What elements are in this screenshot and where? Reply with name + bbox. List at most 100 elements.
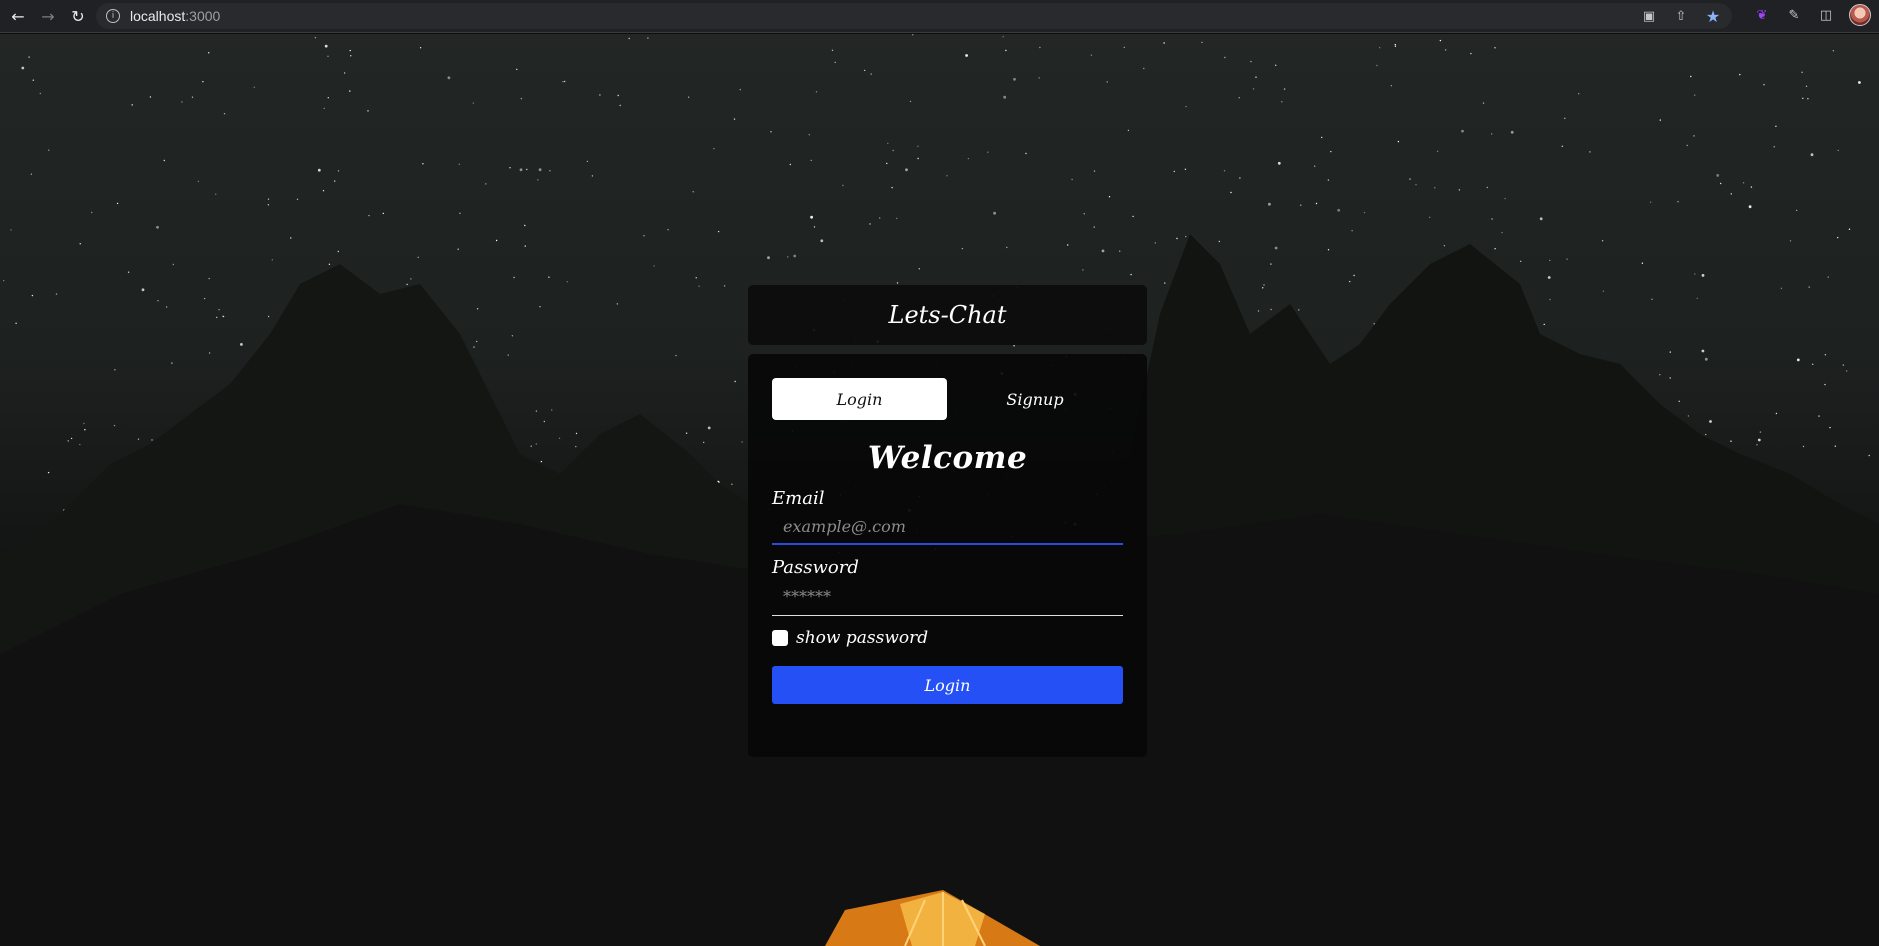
star [1578,93,1580,95]
star [1491,218,1493,220]
star [1006,246,1008,249]
star [864,69,866,72]
star [703,441,705,444]
star [1543,323,1545,326]
star [870,73,872,75]
star [1730,193,1733,195]
star [526,168,528,171]
star [131,104,133,106]
star [137,438,140,440]
translate-icon[interactable]: ▣ [1640,7,1658,25]
star [549,170,551,172]
star [1520,260,1522,262]
star [687,96,690,98]
star [1390,85,1393,87]
star [410,278,412,280]
star [575,432,578,435]
star [539,306,541,308]
tab-signup[interactable]: Signup [947,378,1123,420]
star [1846,370,1848,372]
star [509,167,511,169]
star [422,163,424,165]
star [1300,204,1302,206]
star [1504,197,1506,200]
star [831,49,834,51]
star [789,163,791,166]
show-password-checkbox[interactable] [772,630,788,646]
email-label: Email [772,488,825,509]
star [698,285,700,287]
star [1561,145,1564,147]
tab-login[interactable]: Login [772,378,947,420]
star [519,168,523,172]
share-icon[interactable]: ⇧ [1672,7,1690,25]
star [91,211,93,214]
star [1763,84,1765,86]
star [1730,440,1732,442]
star [1808,286,1810,288]
star [327,55,329,57]
star [918,268,920,270]
bookmark-star-icon[interactable]: ★ [1704,7,1722,26]
star [1677,201,1679,203]
login-button[interactable]: Login [772,666,1123,704]
star [1315,202,1318,205]
email-field[interactable] [772,509,1123,545]
star [1486,186,1489,189]
star [520,97,523,100]
star [1298,309,1300,311]
address-bar[interactable]: i localhost:3000 ▣ ⇧ ★ [96,3,1732,29]
feather-extension-icon[interactable]: ❦ [1753,6,1771,24]
star [163,159,165,162]
star [575,445,577,448]
star [647,37,649,39]
star [896,282,899,284]
app-title-card: Lets-Chat [748,285,1147,345]
star [1429,216,1431,218]
star [1337,208,1341,212]
profile-avatar[interactable] [1849,4,1871,26]
star [535,443,537,445]
star [1083,213,1085,215]
star [1252,88,1255,90]
star [472,102,474,104]
star [1824,354,1827,356]
star [1842,364,1845,366]
star [535,410,538,412]
star [216,316,218,319]
star [1832,50,1835,52]
star [1353,274,1355,277]
star [1641,262,1644,264]
reload-icon[interactable]: ↻ [62,2,94,30]
star [1756,444,1758,446]
star [815,91,818,93]
show-password-label[interactable]: show password [796,628,928,648]
star [15,322,17,324]
star [516,68,518,71]
side-panel-icon[interactable]: ◫ [1817,6,1835,24]
star [1564,117,1566,120]
star [1327,179,1330,181]
star [1239,177,1241,179]
info-icon[interactable]: i [106,9,120,23]
back-icon[interactable]: ← [2,2,34,30]
star [1739,73,1741,76]
star [39,92,41,95]
password-label: Password [772,557,859,578]
star [322,190,325,192]
star [1824,383,1826,386]
password-field[interactable] [772,578,1123,616]
star [208,352,211,354]
browser-toolbar: ← → ↻ i localhost:3000 ▣ ⇧ ★ ❦ ✎ ◫ [0,0,1879,33]
star [1101,249,1105,253]
star [476,308,479,310]
star [323,107,325,110]
extensions-icon[interactable]: ✎ [1785,6,1803,24]
star [156,225,159,229]
star [473,346,475,348]
star [1255,76,1257,78]
star [1436,150,1439,152]
star [223,113,226,115]
star [495,239,498,242]
forward-icon[interactable]: → [32,2,64,30]
